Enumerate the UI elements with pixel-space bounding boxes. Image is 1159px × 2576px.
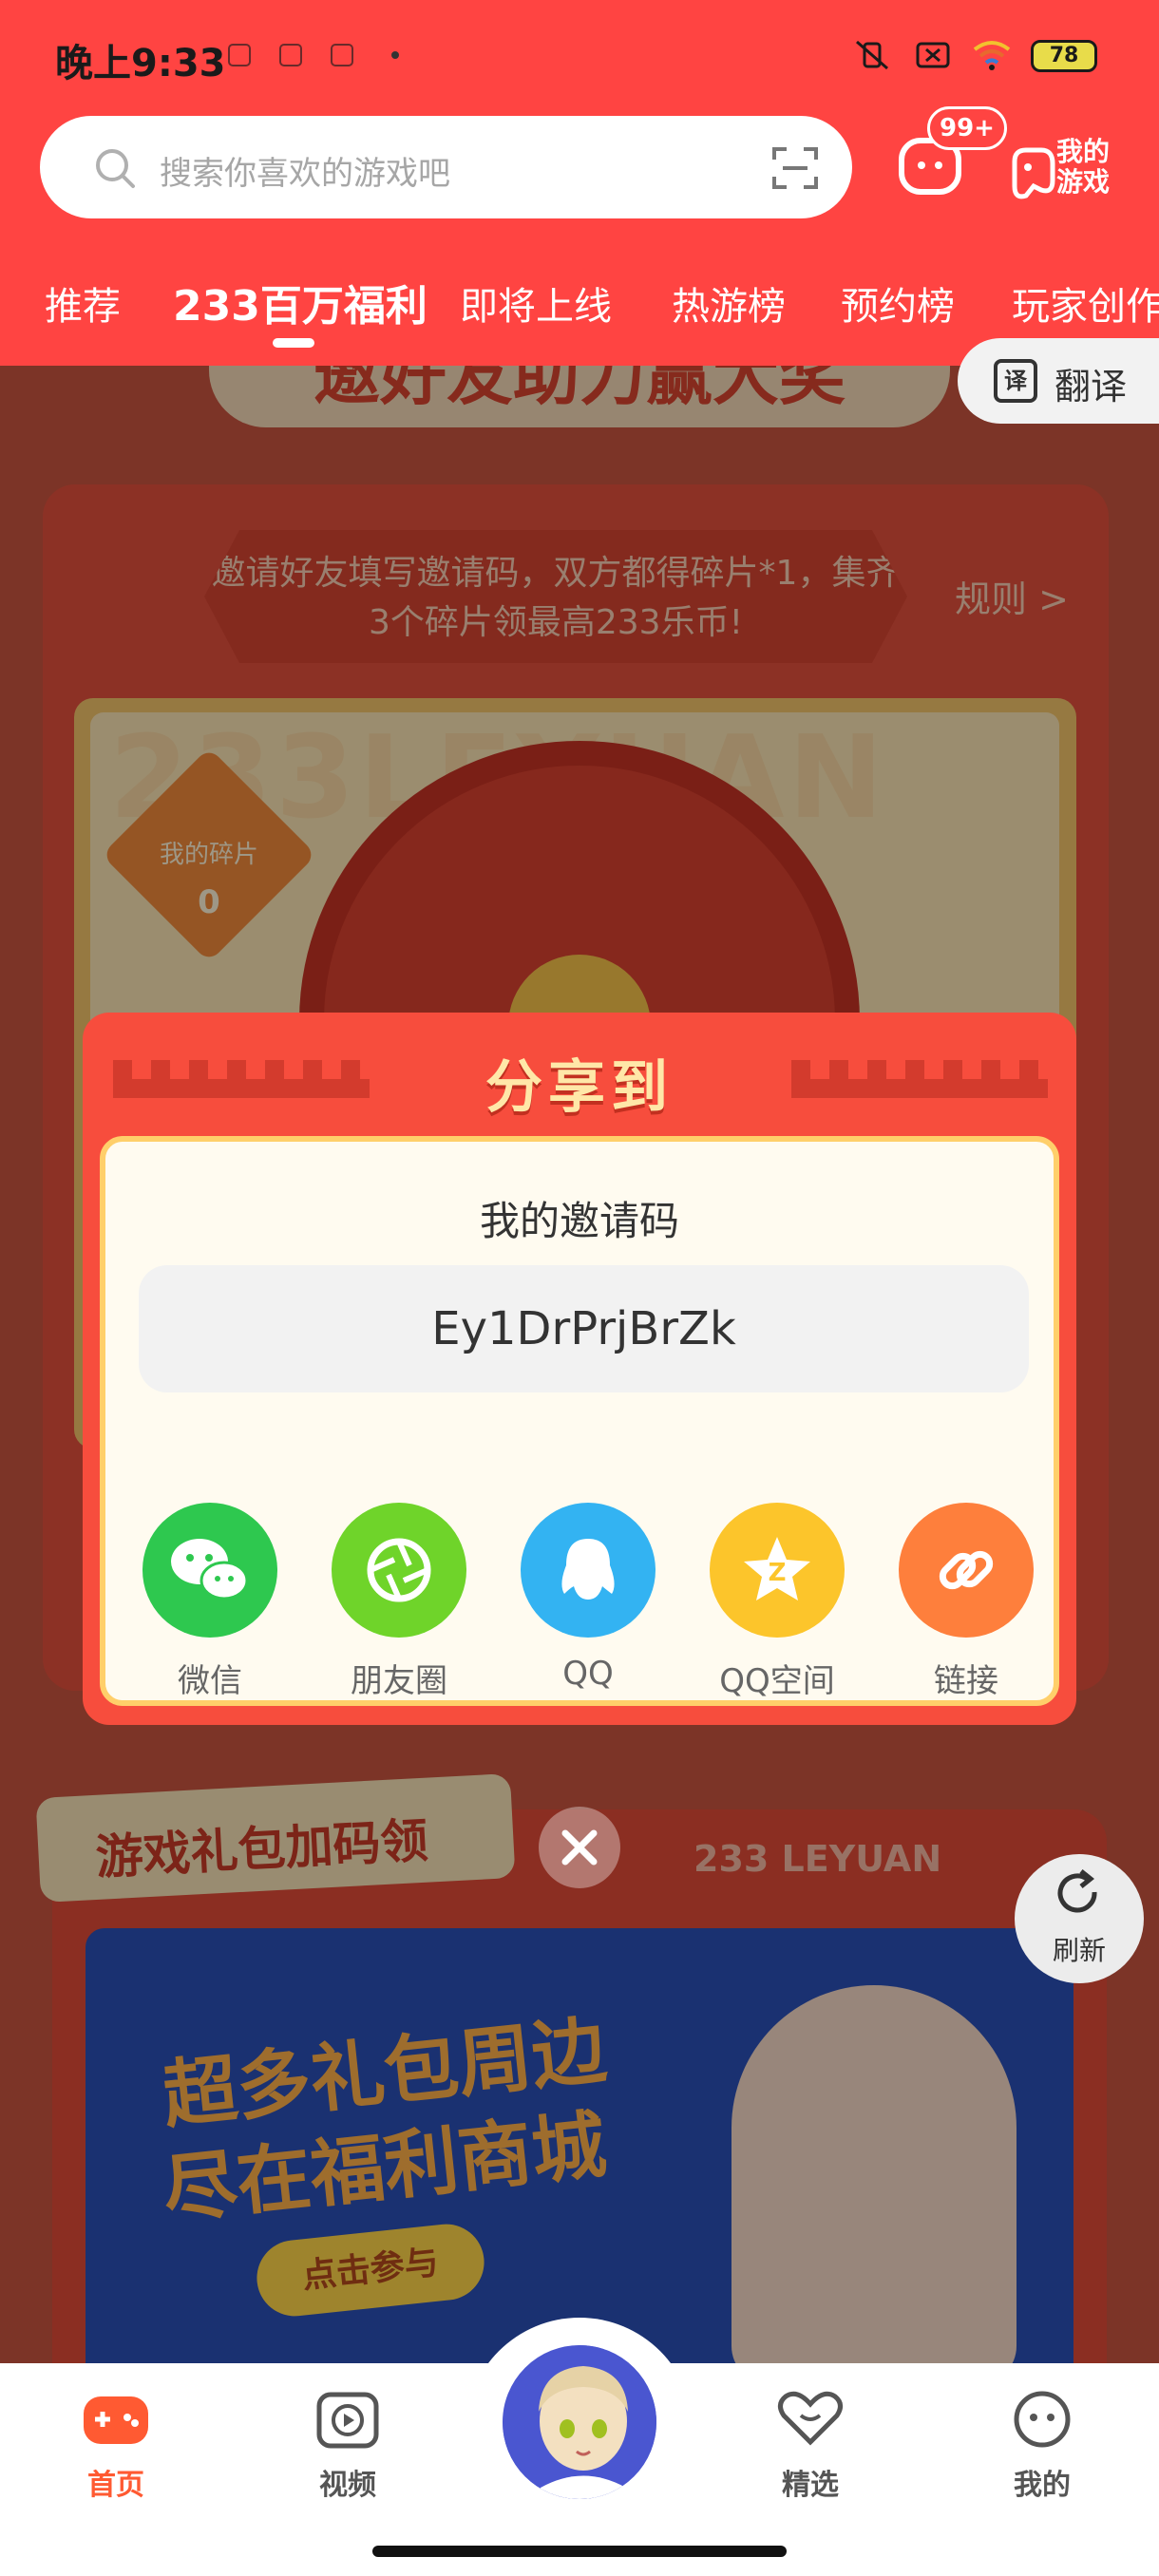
battery-indicator: 78 bbox=[1031, 40, 1097, 72]
share-moments-label: 朋友圈 bbox=[351, 1662, 447, 1700]
scan-icon[interactable] bbox=[771, 144, 819, 192]
nav-featured-label: 精选 bbox=[782, 2469, 839, 2502]
translate-label: 翻译 bbox=[1054, 366, 1128, 407]
nav-video[interactable]: 视频 bbox=[291, 2389, 405, 2503]
video-icon bbox=[316, 2392, 379, 2449]
share-dialog: 分享到 我的邀请码 Ey1DrPrjBrZk 微信 朋友圈 QQ Z QQ空间 … bbox=[83, 1013, 1076, 1725]
nav-home-label: 首页 bbox=[87, 2469, 144, 2502]
avatar-character-image bbox=[503, 2345, 656, 2499]
no-sim-icon bbox=[916, 42, 950, 68]
share-qzone[interactable]: Z QQ空间 bbox=[701, 1503, 853, 1701]
message-count-badge: 99+ bbox=[927, 106, 1007, 150]
tab-player-creations[interactable]: 玩家创作 bbox=[1012, 275, 1159, 331]
profile-face-icon bbox=[1014, 2391, 1071, 2448]
status-bar: 晚上9:33 78 bbox=[0, 0, 1159, 114]
home-gamepad-icon bbox=[84, 2396, 148, 2444]
share-qq[interactable]: QQ bbox=[512, 1503, 664, 1693]
more-notifications-icon bbox=[391, 51, 399, 59]
translate-button[interactable]: 译 翻译 bbox=[958, 338, 1159, 424]
moments-icon bbox=[332, 1503, 466, 1638]
nav-video-label: 视频 bbox=[319, 2469, 376, 2502]
share-link[interactable]: 链接 bbox=[890, 1503, 1042, 1701]
home-indicator[interactable] bbox=[372, 2546, 787, 2557]
nav-profile[interactable]: 我的 bbox=[985, 2389, 1099, 2503]
share-qq-label: QQ bbox=[562, 1655, 614, 1693]
close-dialog-button[interactable] bbox=[539, 1807, 620, 1888]
nav-home[interactable]: 首页 bbox=[59, 2389, 173, 2503]
svg-text:Z: Z bbox=[769, 1559, 787, 1587]
refresh-icon bbox=[1057, 1869, 1097, 1913]
share-link-label: 链接 bbox=[934, 1662, 998, 1700]
avatar[interactable] bbox=[499, 2341, 660, 2503]
share-wechat-label: 微信 bbox=[178, 1662, 242, 1700]
search-bar[interactable]: 搜索你喜欢的游戏吧 bbox=[40, 116, 852, 218]
calendar-notification-icon bbox=[228, 44, 251, 66]
link-icon bbox=[899, 1503, 1034, 1638]
game-notification-icon bbox=[331, 44, 353, 66]
tab-233-welfare[interactable]: 233百万福利 bbox=[173, 272, 428, 332]
share-panel: 我的邀请码 Ey1DrPrjBrZk 微信 朋友圈 QQ Z QQ空间 链接 bbox=[100, 1136, 1059, 1706]
my-games-label: 我的游戏 bbox=[1056, 136, 1111, 198]
refresh-label: 刷新 bbox=[1052, 1935, 1106, 1966]
heart-icon bbox=[778, 2391, 843, 2446]
wechat-icon bbox=[142, 1503, 277, 1638]
qq-icon bbox=[521, 1503, 656, 1638]
top-header: 晚上9:33 78 搜索你喜欢的游戏吧 99+ 我的游戏 推荐 233百万福利 … bbox=[0, 0, 1159, 366]
close-icon bbox=[561, 1829, 598, 1866]
share-moments[interactable]: 朋友圈 bbox=[323, 1503, 475, 1701]
category-tabs: 推荐 233百万福利 即将上线 热游榜 预约榜 玩家创作 bbox=[0, 266, 1159, 351]
wifi-icon bbox=[973, 41, 1011, 70]
tab-reservation-rank[interactable]: 预约榜 bbox=[841, 275, 955, 331]
search-icon bbox=[96, 149, 135, 188]
share-qzone-label: QQ空间 bbox=[719, 1662, 835, 1700]
my-games-button[interactable]: 我的游戏 bbox=[1009, 133, 1123, 209]
qzone-icon: Z bbox=[710, 1503, 845, 1638]
vibrate-off-icon bbox=[856, 40, 888, 70]
nav-profile-label: 我的 bbox=[1014, 2469, 1071, 2502]
nav-featured[interactable]: 精选 bbox=[753, 2389, 867, 2503]
translate-icon: 译 bbox=[994, 359, 1037, 403]
invite-code-value[interactable]: Ey1DrPrjBrZk bbox=[139, 1265, 1029, 1392]
active-tab-indicator bbox=[273, 338, 314, 348]
tab-recommend[interactable]: 推荐 bbox=[45, 275, 121, 331]
share-wechat[interactable]: 微信 bbox=[134, 1503, 286, 1701]
tab-hot-games[interactable]: 热游榜 bbox=[672, 275, 786, 331]
status-time: 晚上9:33 bbox=[55, 42, 226, 85]
tab-coming-soon[interactable]: 即将上线 bbox=[460, 275, 612, 331]
gamepad-icon bbox=[1012, 147, 1055, 199]
share-dialog-title: 分享到 bbox=[485, 1054, 674, 1121]
invite-code-label: 我的邀请码 bbox=[479, 1198, 679, 1244]
app-notification-icon bbox=[279, 44, 302, 66]
refresh-button[interactable]: 刷新 bbox=[1015, 1854, 1144, 1983]
search-placeholder: 搜索你喜欢的游戏吧 bbox=[160, 155, 450, 193]
